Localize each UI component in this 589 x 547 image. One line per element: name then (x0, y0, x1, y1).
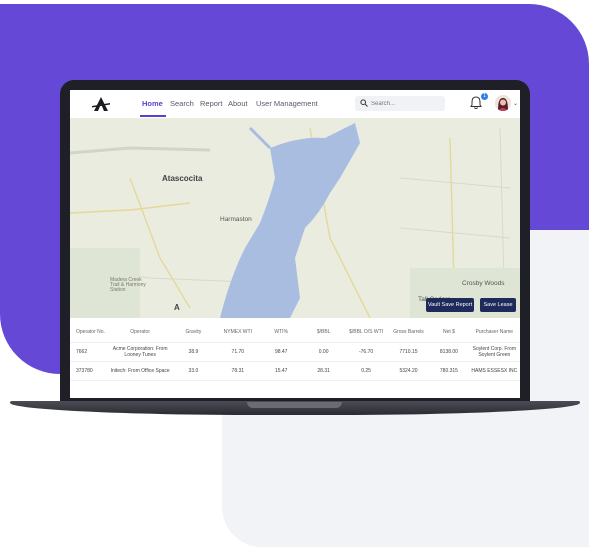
cell-wti-percent: 15.47 (274, 368, 288, 374)
cell-operator: Initech: From Office Space (110, 368, 170, 374)
top-navbar: Home Search Report About User Management… (70, 90, 520, 119)
cell-gross-barrels: 5324.20 (399, 368, 418, 374)
map-label-trail: Madera Creek Trail & Harmony Station (110, 277, 146, 293)
col-gross-barrels[interactable]: Gross Barrels (388, 329, 429, 335)
cell-gravity: 38.9 (188, 349, 199, 355)
cell-operator-no: 7662 (76, 349, 88, 355)
map-marker[interactable]: A (174, 303, 180, 312)
col-wti-percent[interactable]: WTI% (260, 329, 303, 335)
cell-net-dollar: 8138.00 (439, 349, 458, 355)
map-view[interactable]: Atascocita Harmaston Crosby Woods Tall C… (70, 118, 520, 318)
map-label-harmaston: Harmaston (220, 216, 252, 223)
cell-gross-barrels: 7710.15 (399, 349, 418, 355)
avatar[interactable] (495, 95, 511, 111)
nav-search[interactable]: Search (170, 99, 194, 108)
map-label-crosby-woods: Crosby Woods (462, 280, 505, 287)
nav-user-management[interactable]: User Management (256, 99, 318, 108)
search-box[interactable] (355, 96, 445, 111)
nav-home[interactable]: Home (142, 99, 163, 108)
nav-report[interactable]: Report (200, 99, 223, 108)
cell-gravity: 33.0 (188, 368, 199, 374)
cell-dollar-per-bbl-os-wti: -76.70 (358, 349, 374, 355)
cell-operator: Acme Corporation: From Looney Tunes (112, 346, 168, 358)
map-label-atascocita: Atascocita (162, 174, 203, 183)
col-dollar-per-bbl[interactable]: $/BBL (303, 329, 344, 335)
col-operator-no[interactable]: Operator No. (70, 329, 110, 335)
cell-purchaser-name: Soylent Corp. From Soylent Green (472, 346, 516, 358)
app-screen: Home Search Report About User Management… (70, 90, 520, 398)
cell-wti-percent: 98.47 (274, 349, 288, 355)
cell-dollar-per-bbl: 28.31 (317, 368, 330, 374)
col-nymex-wti[interactable]: NYMEX WTI (216, 329, 259, 335)
laptop-notch (247, 402, 342, 408)
col-purchaser-name[interactable]: Purchaser Name (469, 329, 520, 335)
user-avatar-icon (495, 95, 511, 111)
cell-dollar-per-bbl: 0.00 (318, 349, 329, 355)
cell-operator-no: 373780 (76, 368, 93, 374)
cell-nymex-wti: 78.31 (231, 368, 245, 374)
laptop-lid: Home Search Report About User Management… (60, 80, 530, 405)
nav-about[interactable]: About (228, 99, 248, 108)
chevron-down-icon[interactable]: ⌄ (513, 100, 518, 107)
col-gravity[interactable]: Gravity (171, 329, 216, 335)
search-icon (360, 99, 368, 107)
results-table: Operator No. Operator Gravity NYMEX WTI … (70, 322, 520, 381)
col-net-dollar[interactable]: Net $ (429, 329, 468, 335)
col-dollar-per-bbl-os-wti[interactable]: $/BBL O/S WTI (344, 329, 387, 335)
cell-nymex-wti: 71.70 (231, 349, 245, 355)
table-header: Operator No. Operator Gravity NYMEX WTI … (70, 322, 520, 343)
notification-badge: 1 (481, 93, 488, 100)
search-input[interactable] (371, 97, 441, 110)
logo-icon[interactable] (92, 96, 110, 112)
cell-purchaser-name: HAMS ESSESX INC (471, 368, 518, 374)
bell-icon[interactable] (470, 96, 482, 110)
vault-save-report-button[interactable]: Vault Save Report (426, 298, 474, 312)
table-row[interactable]: 7662 Acme Corporation: From Looney Tunes… (70, 343, 520, 362)
col-operator[interactable]: Operator (110, 329, 171, 335)
active-tab-indicator (140, 115, 166, 117)
cell-dollar-per-bbl-os-wti: 0.25 (361, 368, 371, 374)
cell-net-dollar: 780.315 (439, 368, 458, 374)
save-lease-button[interactable]: Save Lease (480, 298, 516, 312)
table-row[interactable]: 373780 Initech: From Office Space 33.0 7… (70, 362, 520, 381)
